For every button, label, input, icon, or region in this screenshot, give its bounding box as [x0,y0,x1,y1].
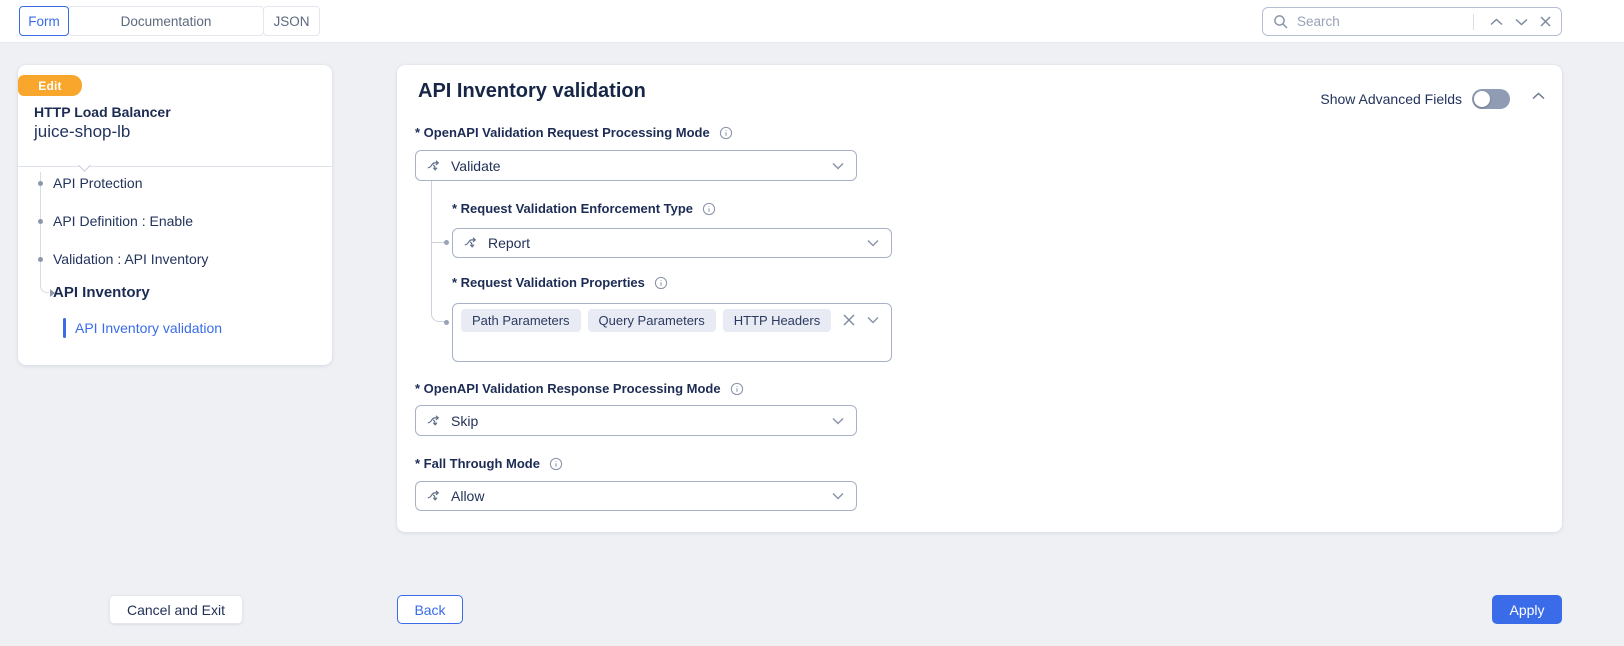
chevron-down-icon [867,239,879,247]
branch-icon [427,490,440,501]
search-divider [1473,13,1474,30]
form-section-panel: API Inventory validation Show Advanced F… [397,65,1562,532]
collapse-section-icon[interactable] [1532,92,1545,100]
sidebar-item-api-definition[interactable]: API Definition : Enable [53,212,193,230]
response-processing-mode-select[interactable]: Skip [415,405,857,436]
sidebar-item-api-protection[interactable]: API Protection [53,174,143,192]
tree-dot [37,181,43,186]
sidebar-item-validation[interactable]: Validation : API Inventory [53,250,208,268]
info-icon[interactable] [702,202,716,216]
tree-elbow [40,284,49,293]
enforcement-type-select[interactable]: Report [452,228,892,258]
sidebar-item-api-inventory-validation[interactable]: API Inventory validation [75,319,222,337]
validation-properties-multiselect[interactable]: Path Parameters Query Parameters HTTP He… [452,303,892,362]
tab-json[interactable]: JSON [263,6,320,36]
info-icon[interactable] [549,457,563,471]
screen: Form Documentation JSON Edit HTTP Load B… [0,0,1624,646]
nested-connector-branch [431,242,444,243]
active-item-bar [63,318,66,338]
back-button[interactable]: Back [397,595,463,624]
sidebar-item-api-inventory[interactable]: API Inventory [53,284,150,302]
search-icon [1273,14,1289,30]
view-tabs: Form Documentation JSON [19,6,320,36]
field-label-response-processing-mode: * OpenAPI Validation Response Processing… [415,381,744,397]
chevron-down-icon [832,492,844,500]
search-clear-icon[interactable] [1534,16,1551,27]
branch-icon [427,414,440,426]
nested-connector-line [431,181,445,322]
tab-form[interactable]: Form [19,6,69,36]
chip-query-parameters: Query Parameters [587,309,716,332]
chip-http-headers: HTTP Headers [722,309,832,332]
select-value: Validate [451,157,501,174]
divider-notch-icon [78,159,91,172]
info-icon[interactable] [730,382,744,396]
tree-line [40,172,41,284]
connector-dot [444,240,449,245]
chevron-down-icon [832,417,844,425]
wizard-sidebar: Edit HTTP Load Balancer juice-shop-lb AP… [18,65,332,365]
field-label-fall-through-mode: * Fall Through Mode [415,456,563,472]
info-icon[interactable] [654,276,668,290]
label-text: * Fall Through Mode [415,456,540,471]
sidebar-divider [18,159,332,172]
request-processing-mode-select[interactable]: Validate [415,150,857,181]
connector-dot [444,320,449,325]
edit-badge: Edit [18,75,82,96]
select-value: Allow [451,488,485,504]
search-next-icon[interactable] [1509,18,1534,26]
chip-path-parameters: Path Parameters [461,309,581,332]
chevron-down-icon [832,162,844,170]
fall-through-mode-select[interactable]: Allow [415,481,857,511]
branch-icon [464,237,477,248]
search-prev-icon[interactable] [1484,17,1509,26]
branch-icon [427,159,440,171]
field-label-validation-properties: * Request Validation Properties [452,275,668,291]
chevron-down-icon [867,316,879,324]
toggle-knob [1474,91,1490,107]
advanced-fields-label: Show Advanced Fields [1320,91,1462,107]
tree-dot [37,219,43,224]
search-box [1262,7,1562,36]
label-text: * OpenAPI Validation Response Processing… [415,381,721,396]
tree-dot [37,257,43,262]
search-input[interactable] [1297,14,1469,29]
advanced-fields-toggle[interactable] [1472,89,1510,109]
field-label-enforcement-type: * Request Validation Enforcement Type [452,201,716,217]
section-title: API Inventory validation [418,80,646,102]
select-value: Skip [451,412,479,429]
topbar: Form Documentation JSON [0,0,1624,43]
info-icon[interactable] [719,126,733,140]
selected-chips: Path Parameters Query Parameters HTTP He… [461,309,883,332]
label-text: * Request Validation Properties [452,275,645,290]
clear-selection-icon[interactable] [843,314,855,326]
field-label-request-processing-mode: * OpenAPI Validation Request Processing … [415,125,733,141]
cancel-and-exit-button[interactable]: Cancel and Exit [109,595,243,624]
object-name: juice-shop-lb [34,122,131,141]
select-value: Report [488,235,531,251]
label-text: * OpenAPI Validation Request Processing … [415,125,710,140]
object-type-label: HTTP Load Balancer [34,104,171,120]
tab-documentation[interactable]: Documentation [68,6,264,36]
apply-button[interactable]: Apply [1492,595,1562,624]
label-text: * Request Validation Enforcement Type [452,201,694,216]
